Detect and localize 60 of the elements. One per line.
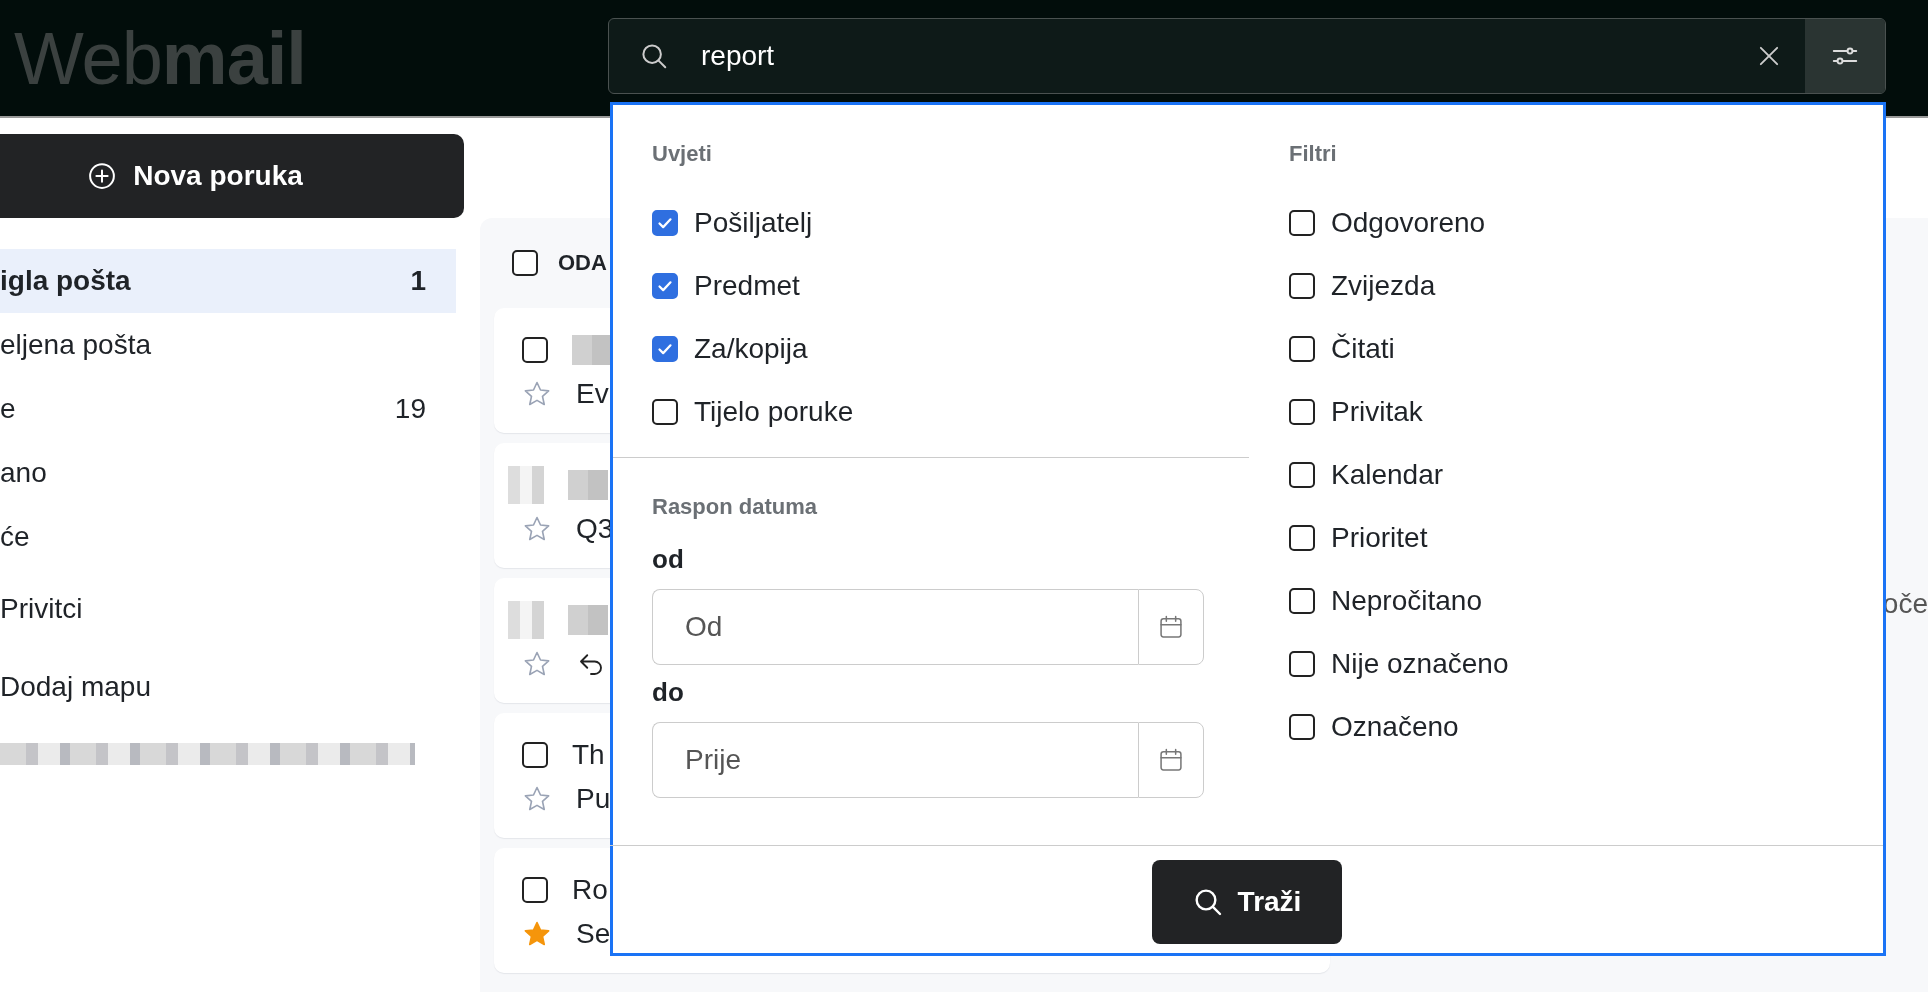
condition-checkbox[interactable]: Predmet [652,254,800,317]
condition-checkbox[interactable]: Pošiljatelj [652,191,813,254]
folder-item[interactable]: ano [0,441,456,505]
folder-item[interactable]: će [0,505,456,569]
filter-checkbox[interactable]: Odgovoreno [1289,191,1486,254]
sidebar-link[interactable]: Dodaj mapu [0,655,151,719]
calendar-button[interactable] [1138,722,1204,798]
filter-checkbox[interactable]: Zvijezda [1289,254,1436,317]
select-all-checkbox[interactable] [512,250,538,276]
column-header: ODA [558,250,607,276]
folder-name: e [0,393,16,425]
filter-checkbox[interactable]: Čitati [1289,317,1395,380]
field-label: do [652,677,685,708]
message-checkbox[interactable] [522,742,548,768]
message-checkbox[interactable] [522,877,548,903]
plus-circle-icon [87,161,118,191]
filter-checkbox[interactable]: Nepročitano [1289,569,1482,632]
message-subject: Pu [576,783,611,815]
blurred-text [568,470,608,500]
search-bar[interactable]: report [608,18,1886,94]
blurred-text [572,335,612,365]
condition-checkbox[interactable]: Tijelo poruke [652,380,854,443]
filter-checkbox[interactable]: Nije označeno [1289,632,1509,695]
filter-checkbox[interactable]: Privitak [1289,380,1423,443]
date-field[interactable]: Prije [652,722,1138,798]
new-message-button[interactable]: Nova poruka [0,134,464,218]
folder-count: 1 [410,265,426,297]
section-title: Raspon datuma [652,494,819,520]
date-field[interactable]: Od [652,589,1138,665]
blurred-text [568,605,608,635]
filter-checkbox[interactable]: Kalendar [1289,443,1444,506]
filter-checkbox[interactable]: Označeno [1289,695,1459,758]
sidebar-link[interactable]: Privitci [0,577,83,641]
section-title: Filtri [1289,141,1338,167]
folder-name: će [0,521,30,553]
folder-name: igla pošta [0,265,131,297]
message-sender: Th [572,739,605,771]
field-label: od [652,544,685,575]
message-subject: Se [576,918,611,950]
search-button[interactable]: Traži [1151,860,1342,944]
folder-item[interactable]: igla pošta 1 [0,249,456,313]
calendar-icon [1157,613,1185,641]
folder-name: eljena pošta [0,329,151,361]
section-title: Uvjeti [652,141,713,167]
search-icon [639,41,669,71]
folder-item[interactable]: eljena pošta [0,313,456,377]
message-sender: Ro [572,874,608,906]
folder-count: 19 [394,393,426,425]
blurred-avatar [508,601,544,639]
folder-item[interactable]: e 19 [0,377,456,441]
message-subject: Ev [576,378,609,410]
calendar-button[interactable] [1138,589,1204,665]
blurred-avatar [508,466,544,504]
folder-name: ano [0,457,47,489]
search-input[interactable]: report [699,39,1745,73]
filter-checkbox[interactable]: Prioritet [1289,506,1428,569]
filter-button[interactable] [1805,19,1885,93]
calendar-icon [1157,746,1185,774]
condition-checkbox[interactable]: Za/kopija [652,317,808,380]
message-checkbox[interactable] [522,337,548,363]
